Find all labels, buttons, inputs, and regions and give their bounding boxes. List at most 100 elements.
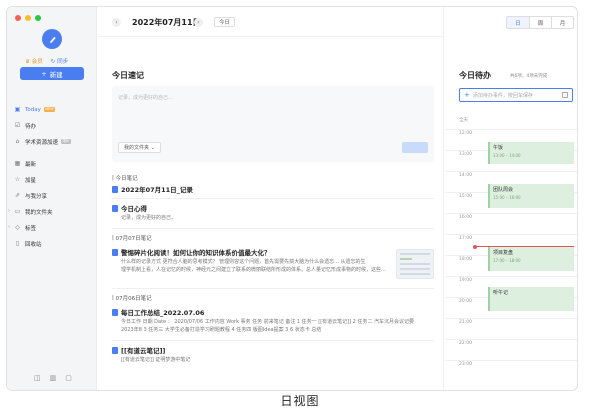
sidebar-item-todo[interactable]: ☑ 待办 [7,119,97,132]
folder-icon: ▭ [14,208,21,215]
sidebar-item-label: 最新 [25,161,37,168]
new-note-button[interactable]: + 新建 [20,67,84,80]
folder-select[interactable]: 我的文件夹 ⌄ [118,142,161,153]
todo-input-placeholder: 添加待办事件，按回车保存 [472,92,533,99]
note-excerpt: 什么样的记录方式 更符合人脑的思考模式？ 管理则容这个问题，首先需要先搞大脑为什… [121,259,366,265]
layout-icon[interactable]: ◫ [34,374,41,382]
note-excerpt: [[有道云笔记]] 证明梦游中笔记 [121,357,191,363]
chevron-down-icon: ⌄ [149,144,155,151]
todo-summary: 共6项，4项未完成 [510,74,548,79]
sync-button[interactable]: ↻ 同步 [51,57,68,65]
document-icon [112,186,118,193]
event-title: 听午记 [493,290,509,296]
app-window: ♛ 会员 ↻ 同步 + 新建 ▣ Today NEW ☑ 待办 ⌂ 学术资源加速… [6,6,578,391]
prev-day-button[interactable]: ‹ [112,18,121,27]
current-date: 2022年07月11日 [132,18,201,27]
star-icon: ☆ [14,176,21,183]
view-switcher: 日 周 月 [506,16,574,29]
sidebar-item-label: 我的文件夹 [25,209,53,216]
checklist-icon: ☑ [14,122,21,129]
date-toolbar: ‹ 2022年07月11日 › 今日 [98,7,443,37]
event-title: 团队周会 [493,187,514,193]
plus-icon: + [464,91,470,99]
graduation-cap-icon: ⌂ [15,138,20,145]
vip-link[interactable]: ♛ 会员 [25,57,43,65]
note-excerpt: 2023年8 3 任务三 大学生必备打造学习刷题教程 4 任务四 版图Idea提… [121,327,322,333]
sidebar-item-label: 与我分享 [25,193,48,200]
sidebar-item-label: 回收站 [25,241,42,248]
event-time: 17:00 – 18:00 [493,258,521,263]
sidebar-item-trash[interactable]: ▯ 回收站 [7,237,97,250]
quick-note-editor[interactable]: 记录，成为更好的自己... 我的文件夹 ⌄ [112,86,434,162]
notes-column: ‹ 2022年07月11日 › 今日 今日速记 记录，成为更好的自己... 我的… [98,7,444,390]
maximize-window-button[interactable] [35,15,41,21]
hour-slot[interactable]: 22:00 [445,339,577,360]
hour-slot[interactable]: 16:00 [445,213,577,234]
window-controls [15,15,41,21]
note-item[interactable]: 今日心得 记录，成为更好的自己。 [112,199,434,229]
note-item[interactable]: 每日工作总结_2022.07.06 今日工作 日期 Date ： 2020/07… [112,303,434,341]
hour-slot[interactable]: 21:00 [445,318,577,339]
plus-icon: + [41,69,47,78]
note-item[interactable]: [[有道云笔记]] [[有道云笔记]] 证明梦游中笔记 [112,341,434,369]
chevron-right-icon[interactable]: › [8,208,10,214]
hour-slot[interactable]: 23:00 [445,360,577,381]
share-icon: ⇗ [14,192,21,199]
close-window-button[interactable] [15,15,21,21]
note-title: [[有道云笔记]] [121,347,166,355]
note-excerpt: 理学机制上看，人在记忆的时候，神经元之间建立了联系的微丽联结所形成的体系。总人量… [121,267,386,273]
grid-icon: ▦ [14,160,21,167]
tag-icon: ◇ [15,224,20,231]
calendar-icon[interactable] [562,92,568,98]
event-time: 15:00 – 16:00 [493,195,521,200]
hour-label: 15:00 [459,194,472,199]
sidebar-item-starred[interactable]: ☆ 加星 [7,173,97,186]
calendar-event[interactable]: 听午记 [488,287,574,311]
hour-label: 21:00 [459,320,472,325]
sidebar-item-label: 待办 [25,123,37,130]
sidebar: ♛ 会员 ↻ 同步 + 新建 ▣ Today NEW ☑ 待办 ⌂ 学术资源加速… [7,7,97,390]
sidebar-item-my-folders[interactable]: › ▭ 我的文件夹 [7,205,97,218]
note-title: 每日工作总结_2022.07.06 [121,309,205,317]
sidebar-item-shared[interactable]: ⇗ 与我分享 [7,189,97,202]
trash-icon: ▯ [15,240,20,247]
chevron-right-icon[interactable]: › [8,224,10,230]
hour-label: 17:00 [459,236,472,241]
minimize-window-button[interactable] [25,15,31,21]
new-button-label: 新建 [49,70,63,79]
tab-week[interactable]: 周 [529,17,551,28]
sidebar-item-today[interactable]: ▣ Today NEW [7,103,97,116]
sidebar-nav: ▣ Today NEW ☑ 待办 ⌂ 学术资源加速 限时 ▦ 最新 ☆ 加星 ⇗… [7,103,97,253]
save-button[interactable] [402,142,428,153]
hour-label: 16:00 [459,215,472,220]
note-thumbnail [396,249,434,279]
note-excerpt: 今日工作 日期 Date ： 2020/07/06 工作内容 Work 事务 任… [121,319,415,325]
calendar-event[interactable]: 团队周会 15:00 – 16:00 [488,184,574,208]
day-timeline: 12:00 13:00 14:00 15:00 16:00 17:00 18:0… [445,129,577,381]
quick-notes-title: 今日速记 [112,71,144,80]
sidebar-item-label: 标签 [25,225,37,232]
calendar-event[interactable]: 午饭 13:00 – 14:00 [488,142,574,164]
today-button[interactable]: 今日 [214,17,236,27]
sidebar-item-tags[interactable]: › ◇ 标签 [7,221,97,234]
columns-icon[interactable]: ▥ [50,374,57,382]
sidebar-item-latest[interactable]: ▦ 最新 [7,157,97,170]
document-icon [112,347,118,354]
hour-label: 19:00 [459,278,472,283]
todo-input[interactable]: + 添加待办事件，按回车保存 [459,88,573,102]
figure-caption: 日视图 [280,394,320,408]
note-item[interactable]: 2022年07月11日_记录 [112,183,434,199]
next-day-button[interactable]: › [194,18,203,27]
tab-month[interactable]: 月 [551,17,573,28]
all-day-label: 全天 [459,118,468,123]
notes-list: | 今日笔记 2022年07月11日_记录 今日心得 记录，成为更好的自己。 |… [112,172,434,369]
note-title: 2022年07月11日_记录 [121,186,193,194]
note-item[interactable]: 警惕碎片化阅读！如何让你的知识体系价值最大化？ 什么样的记录方式 更符合人脑的思… [112,243,434,289]
group-heading: | 今日笔记 [112,174,138,182]
sidebar-item-academic[interactable]: ⌂ 学术资源加速 限时 [7,135,97,148]
window-icon[interactable]: ▢ [65,374,72,382]
calendar-event[interactable]: 项目复盘 17:00 – 18:00 [488,247,574,271]
hour-label: 22:00 [459,341,472,346]
tab-day[interactable]: 日 [507,17,529,28]
document-icon [112,205,118,212]
